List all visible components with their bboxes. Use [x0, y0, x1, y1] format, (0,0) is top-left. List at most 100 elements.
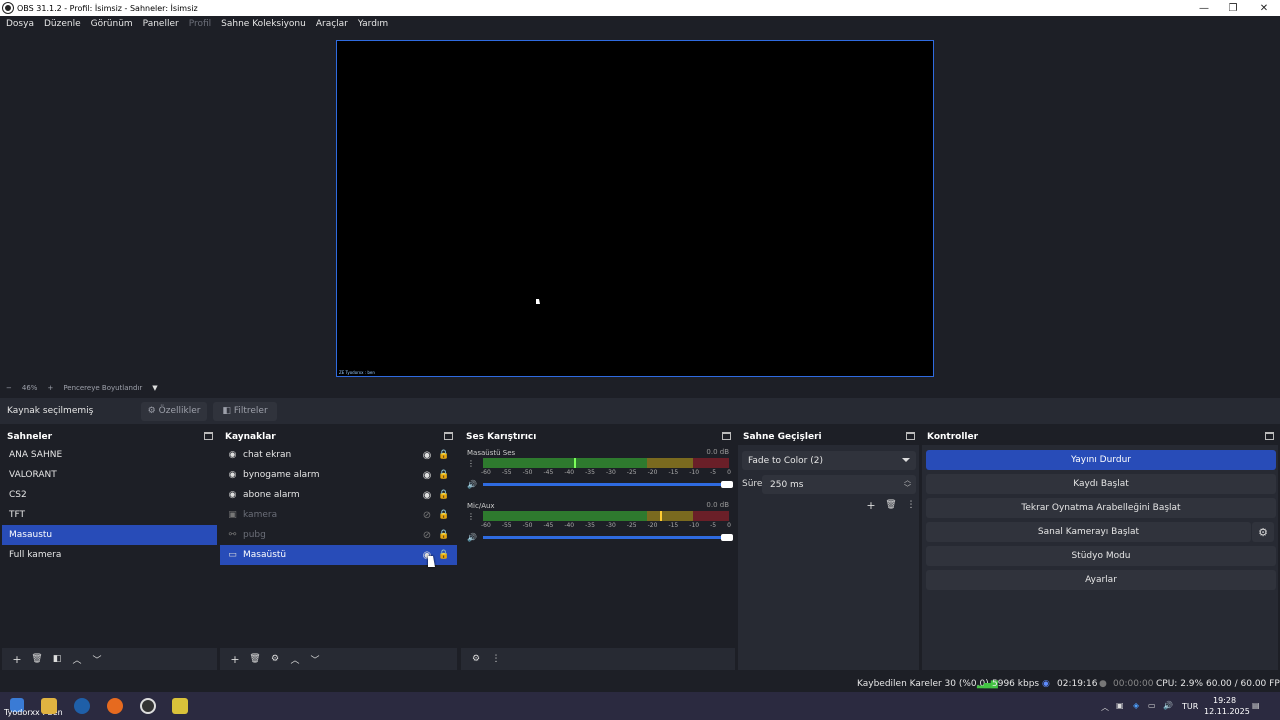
undock-icon[interactable] [204, 432, 213, 440]
stop-streaming-button[interactable]: Yayını Durdur [926, 450, 1276, 470]
duration-value: 250 ms [770, 479, 804, 490]
visibility-eye-icon[interactable]: ◉ [421, 449, 433, 461]
scene-item-selected[interactable]: Masaustu [2, 525, 217, 545]
app-taskbar-icon[interactable] [172, 698, 188, 714]
visibility-hidden-icon[interactable]: ⊘ [421, 509, 433, 521]
clock-time[interactable]: 19:28 [1213, 696, 1236, 705]
filters-button[interactable]: ◧ Filtreler [213, 401, 277, 421]
source-item-hidden[interactable]: ⚯ pubg ⊘ 🔒 [220, 525, 457, 545]
restore-button[interactable]: ❐ [1217, 0, 1249, 16]
fit-to-window-label[interactable]: Pencereye Boyutlandır [63, 384, 142, 392]
file-explorer-icon[interactable] [41, 698, 57, 714]
mixer-menu-button[interactable]: ⋮ [487, 652, 505, 666]
firefox-icon[interactable] [107, 698, 123, 714]
properties-button[interactable]: ⚙ Özellikler [141, 401, 207, 421]
virtual-camera-settings-button[interactable]: ⚙ [1252, 522, 1274, 542]
settings-button[interactable]: Ayarlar [926, 570, 1276, 590]
preview-canvas[interactable]: ZE Tyodorxx : ben [336, 40, 934, 377]
track-menu-button[interactable]: ⋮ [467, 459, 475, 468]
volume-slider[interactable] [483, 533, 733, 541]
menu-file[interactable]: Dosya [6, 19, 34, 29]
lock-icon[interactable]: 🔒 [438, 489, 449, 501]
chevron-down-icon[interactable]: ﹀ [904, 485, 911, 492]
language-indicator[interactable]: TUR [1182, 702, 1198, 711]
source-item[interactable]: ◉ bynogame alarm ◉ 🔒 [220, 465, 457, 485]
tray-app-icon[interactable]: ▣ [1116, 701, 1124, 710]
network-icon[interactable]: ▭ [1148, 701, 1156, 710]
audio-mixer-body: Masaüstü Ses 0.0 dB ⋮ -60 -55 -50 -45 -40 -35… [461, 445, 735, 648]
minimize-button[interactable]: — [1188, 0, 1220, 16]
track-menu-button[interactable]: ⋮ [467, 512, 475, 521]
volume-icon[interactable]: 🔊 [1163, 701, 1173, 710]
undock-icon[interactable] [1265, 432, 1274, 440]
visibility-eye-icon[interactable]: ◉ [421, 469, 433, 481]
lock-icon[interactable]: 🔒 [438, 449, 449, 461]
duration-spinbox[interactable]: 250 ms ︿ ﹀ [762, 475, 916, 494]
move-source-up-button[interactable]: ︿ [286, 652, 304, 666]
remove-transition-button[interactable]: 🗑 [882, 498, 900, 512]
menu-docks[interactable]: Paneller [143, 19, 179, 29]
scene-item[interactable]: TFT [2, 505, 217, 525]
source-item-hidden[interactable]: ▣ kamera ⊘ 🔒 [220, 505, 457, 525]
advanced-audio-properties-button[interactable]: ⚙ [467, 652, 485, 666]
lock-icon[interactable]: 🔒 [438, 549, 449, 561]
source-item[interactable]: ◉ abone alarm ◉ 🔒 [220, 485, 457, 505]
audio-mixer-toolbar: ⚙ ⋮ [461, 648, 735, 670]
source-properties-button[interactable]: ⚙ [266, 652, 284, 666]
menu-edit[interactable]: Düzenle [44, 19, 81, 29]
zoom-dropdown-icon[interactable]: ▼ [152, 384, 157, 392]
speaker-icon[interactable]: 🔊 [467, 533, 479, 542]
menu-help[interactable]: Yardım [358, 19, 388, 29]
move-source-down-button[interactable]: ﹀ [306, 652, 324, 666]
undock-icon[interactable] [906, 432, 915, 440]
scene-label: Full kamera [9, 550, 62, 560]
tray-bluetooth-icon[interactable]: ◈ [1133, 701, 1139, 710]
scene-filters-button[interactable]: ◧ [48, 652, 66, 666]
add-source-button[interactable]: + [226, 652, 244, 666]
lock-icon[interactable]: 🔒 [438, 469, 449, 481]
menu-view[interactable]: Görünüm [91, 19, 133, 29]
scene-item[interactable]: CS2 [2, 485, 217, 505]
volume-slider-handle[interactable] [721, 533, 733, 541]
tray-chevron-icon[interactable]: ︿ [1101, 702, 1109, 713]
zoom-in-button[interactable]: + [47, 384, 53, 392]
studio-mode-button[interactable]: Stüdyo Modu [926, 546, 1276, 566]
move-scene-down-button[interactable]: ﹀ [88, 652, 106, 666]
volume-slider[interactable] [483, 480, 733, 488]
volume-slider-handle[interactable] [721, 480, 733, 488]
chevron-up-icon[interactable]: ︿ [904, 477, 911, 484]
menu-scene-collection[interactable]: Sahne Koleksiyonu [221, 19, 306, 29]
move-scene-up-button[interactable]: ︿ [68, 652, 86, 666]
transition-menu-button[interactable]: ⋮ [902, 498, 920, 512]
clock-date[interactable]: 12.11.2025 [1204, 707, 1250, 716]
scene-item[interactable]: Full kamera [2, 545, 217, 565]
remove-scene-button[interactable]: 🗑 [28, 652, 46, 666]
undock-icon[interactable] [722, 432, 731, 440]
speaker-icon[interactable]: 🔊 [467, 480, 479, 489]
scenes-dock-header: Sahneler [2, 428, 217, 445]
lock-icon[interactable]: 🔒 [438, 529, 449, 541]
visibility-hidden-icon[interactable]: ⊘ [421, 529, 433, 541]
undock-icon[interactable] [444, 432, 453, 440]
scene-item[interactable]: ANA SAHNE [2, 445, 217, 465]
start-recording-button[interactable]: Kaydı Başlat [926, 474, 1276, 494]
source-item-selected[interactable]: ▭ Masaüstü ◉ 🔒 [220, 545, 457, 565]
zoom-out-button[interactable]: − [6, 384, 12, 392]
start-replay-buffer-button[interactable]: Tekrar Oynatma Arabelleğini Başlat [926, 498, 1276, 518]
visibility-eye-icon[interactable]: ◉ [421, 489, 433, 501]
globe-icon: ◉ [228, 470, 237, 480]
notification-center-icon[interactable]: ▤ [1252, 701, 1260, 710]
transition-select[interactable]: Fade to Color (2) [742, 451, 916, 470]
close-button[interactable]: ✕ [1248, 0, 1280, 16]
add-scene-button[interactable]: + [8, 652, 26, 666]
remove-source-button[interactable]: 🗑 [246, 652, 264, 666]
menu-tools[interactable]: Araçlar [316, 19, 348, 29]
steam-icon[interactable] [74, 698, 90, 714]
source-item[interactable]: ◉ chat ekran ◉ 🔒 [220, 445, 457, 465]
scene-label: Masaustu [9, 530, 53, 540]
start-virtual-camera-button[interactable]: Sanal Kamerayı Başlat [926, 522, 1251, 542]
add-transition-button[interactable]: + [862, 498, 880, 512]
scene-item[interactable]: VALORANT [2, 465, 217, 485]
lock-icon[interactable]: 🔒 [438, 509, 449, 521]
obs-taskbar-icon[interactable] [140, 698, 156, 714]
